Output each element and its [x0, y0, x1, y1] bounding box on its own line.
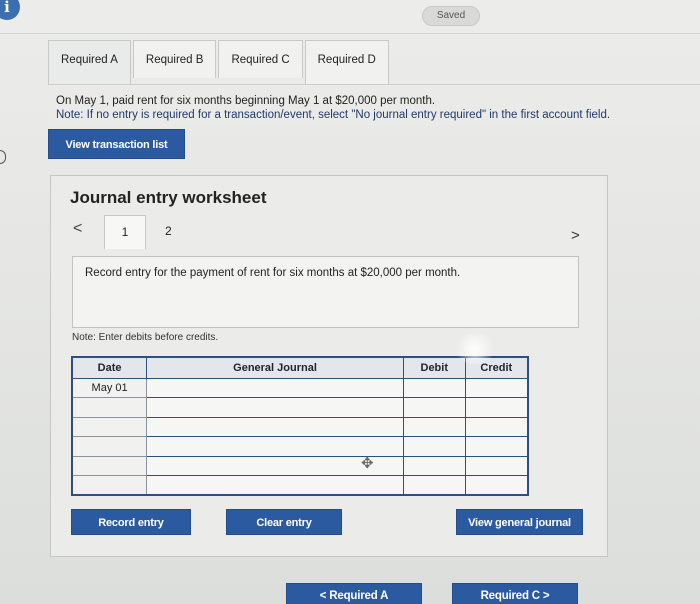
debit-input[interactable] — [402, 455, 466, 476]
column-header-debit: Debit — [402, 356, 466, 379]
requirement-tabs: Required A Required B Required C Require… — [48, 40, 391, 84]
page-tab-2[interactable]: 2 — [165, 224, 172, 238]
date-cell — [71, 436, 148, 457]
date-cell — [71, 455, 148, 476]
column-header-general-journal: General Journal — [146, 356, 404, 379]
journal-table: Date General Journal Debit Credit May 01 — [71, 356, 529, 496]
debit-input[interactable] — [402, 475, 466, 496]
next-page-icon[interactable]: > — [571, 227, 580, 244]
date-cell: May 01 — [71, 377, 148, 398]
problem-text: On May 1, paid rent for six months begin… — [56, 95, 436, 107]
prev-page-icon[interactable]: < — [73, 220, 82, 238]
view-transaction-list-button[interactable]: View transaction list — [48, 129, 185, 159]
clear-entry-button[interactable]: Clear entry — [226, 509, 342, 535]
column-header-date: Date — [71, 356, 148, 379]
record-entry-button[interactable]: Record entry — [71, 509, 191, 535]
problem-statement: On May 1, paid rent for six months begin… — [48, 84, 700, 126]
table-row: May 01 — [71, 377, 529, 398]
worksheet-title: Journal entry worksheet — [70, 188, 267, 207]
move-cursor-icon: ✥ — [361, 455, 374, 472]
table-row — [71, 475, 529, 496]
account-input[interactable] — [146, 377, 404, 398]
account-input[interactable] — [146, 475, 404, 496]
scroll-handle — [0, 150, 6, 164]
date-cell — [71, 397, 148, 418]
record-entry-text: Record entry for the payment of rent for… — [85, 267, 461, 279]
page-tab-1[interactable]: 1 — [104, 215, 146, 249]
prev-required-button[interactable]: < Required A — [286, 583, 422, 604]
debit-input[interactable] — [402, 397, 466, 418]
credit-input[interactable] — [464, 397, 529, 418]
debit-input[interactable] — [402, 436, 466, 457]
record-entry-instruction: Record entry for the payment of rent for… — [72, 256, 579, 328]
tab-required-b[interactable]: Required B — [132, 40, 217, 78]
date-cell — [71, 416, 148, 437]
date-cell — [71, 475, 148, 496]
credit-input[interactable] — [464, 377, 529, 398]
table-row — [71, 455, 529, 476]
tab-required-d[interactable]: Required D — [304, 40, 389, 84]
credit-input[interactable] — [464, 475, 529, 496]
debit-input[interactable] — [402, 416, 466, 437]
table-row — [71, 416, 529, 437]
next-required-button[interactable]: Required C > — [452, 583, 578, 604]
info-icon[interactable]: i — [0, 0, 20, 20]
account-input[interactable] — [146, 397, 404, 418]
debits-note: Note: Enter debits before credits. — [72, 332, 219, 343]
saved-status-badge: Saved — [422, 6, 480, 26]
credit-input[interactable] — [464, 416, 529, 437]
view-general-journal-button[interactable]: View general journal — [456, 509, 583, 535]
table-row — [71, 436, 529, 457]
header-divider — [0, 33, 700, 34]
tab-required-c[interactable]: Required C — [218, 40, 303, 78]
credit-input[interactable] — [464, 436, 529, 457]
tab-required-a[interactable]: Required A — [48, 40, 131, 84]
problem-note: Note: If no entry is required for a tran… — [56, 109, 611, 121]
debit-input[interactable] — [402, 377, 466, 398]
credit-input[interactable] — [464, 455, 529, 476]
journal-worksheet: Journal entry worksheet < 1 2 > Record e… — [50, 175, 608, 557]
table-row — [71, 397, 529, 418]
account-input[interactable] — [146, 416, 404, 437]
screen-glare — [452, 334, 498, 364]
